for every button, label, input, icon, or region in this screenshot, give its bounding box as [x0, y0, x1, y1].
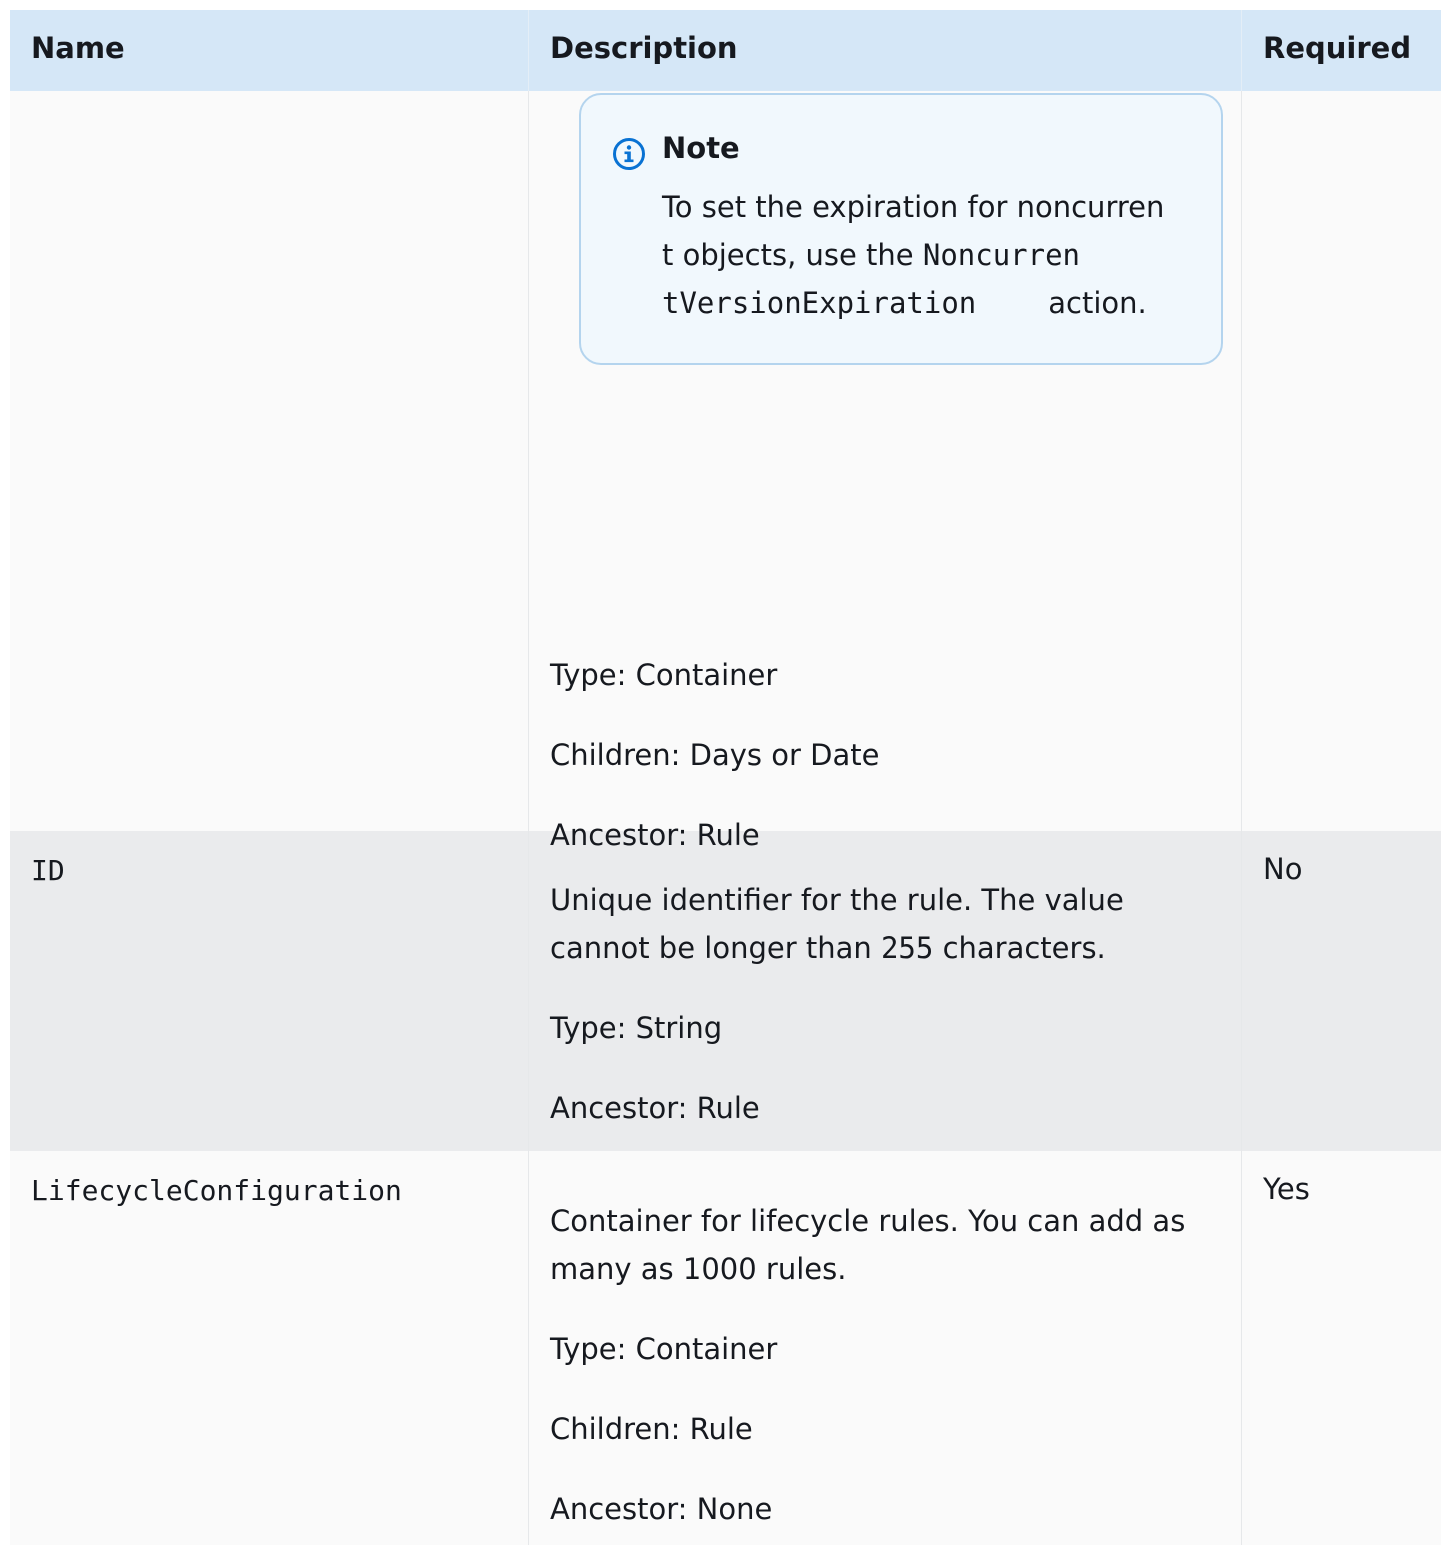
code-noncurrent-version-expiration-part2: tVersionExpiration: [662, 286, 977, 320]
required-cell: [1242, 91, 1441, 831]
description-line-1: Unique identifier for the rule. The valu…: [550, 883, 1124, 917]
code-noncurrent-version-expiration-part1: Noncurren: [922, 238, 1080, 272]
info-icon: [613, 138, 645, 170]
description-text: cannot be longer than: [550, 931, 881, 965]
note-box: Note To set the expiration for noncurren…: [579, 93, 1223, 365]
property-name-lifecycle-configuration: LifecycleConfiguration: [31, 1174, 402, 1207]
children-text: Children: Rule: [550, 1412, 753, 1446]
name-cell: ID: [10, 831, 529, 1151]
required-value: No: [1263, 852, 1303, 886]
description-cell: Container for lifecycle rules. You can a…: [529, 1151, 1242, 1545]
ancestor-text: Ancestor: Rule: [550, 1091, 760, 1125]
type-text: Type: String: [550, 1011, 723, 1045]
table-row: Note To set the expiration for noncurren…: [10, 91, 1441, 852]
description-line-2: many as 1000 rules.: [550, 1252, 847, 1286]
note-line-1: To set the expiration for noncurren: [662, 190, 1165, 224]
description-cell: Note To set the expiration for noncurren…: [529, 91, 1242, 852]
type-text: Type: Container: [550, 658, 778, 692]
description-text-end: characters.: [942, 931, 1106, 965]
table-row: ID Unique identifier for the rule. The v…: [10, 831, 1441, 1151]
header-description: Description: [529, 10, 1242, 91]
note-text: t objects, use the: [662, 238, 923, 272]
table-row: LifecycleConfiguration Container for lif…: [10, 1151, 1441, 1545]
note-body: To set the expiration for noncurren t ob…: [662, 183, 1202, 327]
property-name-id: ID: [31, 854, 65, 887]
description-line-2: cannot be longer than 255 characters.: [550, 924, 1106, 972]
required-cell: No: [1242, 831, 1441, 1151]
description-line-1: Container for lifecycle rules. You can a…: [550, 1204, 1186, 1238]
type-text: Type: Container: [550, 1332, 778, 1366]
required-value: Yes: [1263, 1172, 1310, 1206]
header-name: Name: [10, 10, 529, 91]
description-cell: Unique identifier for the rule. The valu…: [529, 831, 1242, 1151]
code-255: 255: [880, 931, 934, 965]
name-cell: [10, 91, 529, 831]
note-line-2: t objects, use the Noncurren: [662, 231, 1202, 279]
table-header: Name Description Required: [10, 10, 1441, 91]
children-text: Children: Days or Date: [550, 738, 880, 772]
name-cell: LifecycleConfiguration: [10, 1151, 529, 1545]
header-required: Required: [1263, 31, 1412, 65]
note-line-3: tVersionExpiration action.: [662, 279, 1202, 327]
required-cell: Yes: [1242, 1151, 1441, 1545]
note-text-end: action.: [1048, 286, 1147, 320]
properties-table: Name Description Required Note To set th…: [10, 10, 1441, 1545]
ancestor-text: Ancestor: None: [550, 1492, 773, 1526]
note-title: Note: [662, 131, 740, 165]
